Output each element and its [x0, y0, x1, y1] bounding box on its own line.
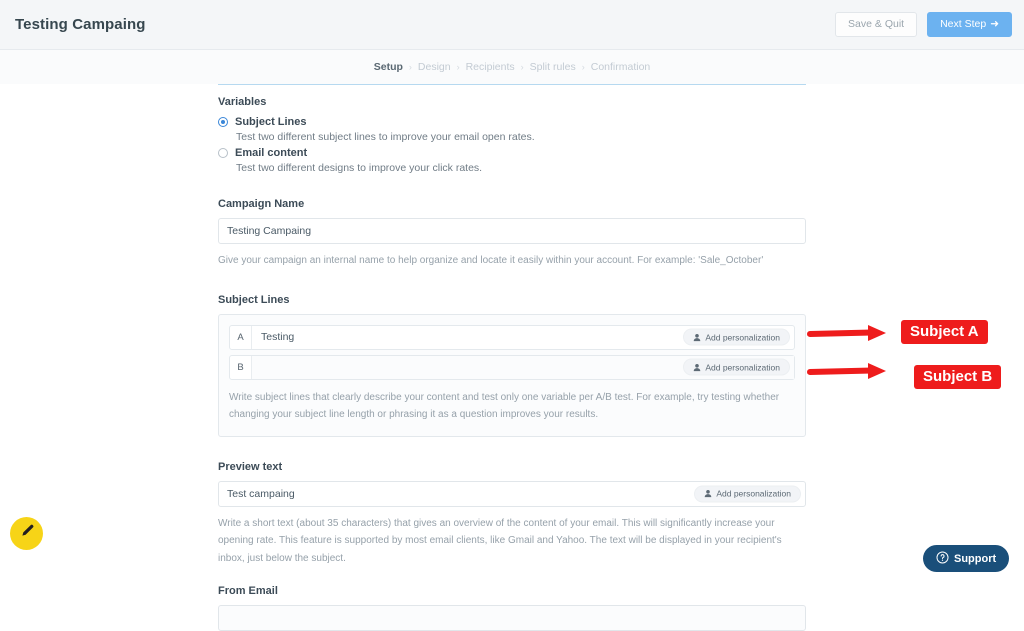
add-personalization-button-preview[interactable]: Add personalization [694, 485, 801, 502]
step-setup[interactable]: Setup [374, 61, 403, 73]
step-confirmation[interactable]: Confirmation [591, 61, 651, 73]
add-personalization-label-preview: Add personalization [716, 489, 791, 499]
next-step-button[interactable]: Next Step ➜ [927, 12, 1012, 37]
add-personalization-label-b: Add personalization [705, 362, 780, 372]
breadcrumb-steps: Setup › Design › Recipients › Split rule… [0, 50, 1024, 84]
top-bar-actions: Save & Quit Next Step ➜ [835, 12, 1012, 37]
person-icon [693, 333, 701, 341]
campaign-name-value: Testing Campaing [227, 225, 311, 237]
support-button[interactable]: Support [923, 545, 1009, 572]
subject-line-row-b[interactable]: B Add personalization [229, 355, 795, 380]
person-icon [693, 363, 701, 371]
person-icon [704, 490, 712, 498]
campaign-name-helper: Give your campaign an internal name to h… [218, 252, 806, 270]
radio-option-subject-lines[interactable]: Subject Lines [218, 116, 806, 128]
support-label: Support [954, 553, 996, 565]
subject-line-value-a: Testing [261, 331, 294, 343]
question-circle-icon [936, 551, 949, 567]
from-email-input[interactable] [218, 605, 806, 631]
preview-text-helper: Write a short text (about 35 characters)… [218, 515, 806, 568]
annotation-badge-subject-a: Subject A [901, 320, 988, 344]
radio-option-email-content[interactable]: Email content [218, 147, 806, 159]
section-divider [218, 84, 806, 85]
step-separator-icon: › [457, 62, 460, 72]
campaign-name-section-label: Campaign Name [218, 198, 806, 210]
pencil-icon [19, 523, 35, 544]
page-title: Testing Campaing [15, 16, 146, 33]
step-separator-icon: › [409, 62, 412, 72]
add-personalization-button-a[interactable]: Add personalization [683, 329, 790, 346]
add-personalization-button-b[interactable]: Add personalization [683, 359, 790, 376]
subject-lines-card: A Testing Add personalization B Add pers… [218, 314, 806, 437]
radio-email-content-description: Test two different designs to improve yo… [236, 162, 806, 174]
arrow-right-icon: ➜ [990, 19, 999, 30]
campaign-name-input[interactable]: Testing Campaing [218, 218, 806, 244]
save-and-quit-button[interactable]: Save & Quit [835, 12, 917, 37]
step-split-rules[interactable]: Split rules [530, 61, 576, 73]
preview-text-input[interactable]: Test campaing Add personalization [218, 481, 806, 507]
radio-subject-lines-label[interactable]: Subject Lines [235, 116, 307, 128]
subject-lines-helper: Write subject lines that clearly describ… [229, 389, 795, 424]
radio-subject-lines-icon[interactable] [218, 117, 228, 127]
subject-line-key-b: B [230, 356, 252, 379]
step-separator-icon: › [582, 62, 585, 72]
preview-text-section-label: Preview text [218, 461, 806, 473]
add-personalization-label-a: Add personalization [705, 332, 780, 342]
annotation-arrow-subject-a [806, 320, 898, 346]
annotation-badge-subject-b: Subject B [914, 365, 1001, 389]
annotation-arrow-subject-b [806, 358, 898, 384]
radio-email-content-icon[interactable] [218, 148, 228, 158]
subject-line-key-a: A [230, 326, 252, 349]
setup-form: Variables Subject Lines Test two differe… [218, 96, 806, 631]
top-bar: Testing Campaing Save & Quit Next Step ➜ [0, 0, 1024, 50]
radio-email-content-label[interactable]: Email content [235, 147, 307, 159]
step-design[interactable]: Design [418, 61, 451, 73]
subject-line-row-a[interactable]: A Testing Add personalization [229, 325, 795, 350]
step-separator-icon: › [521, 62, 524, 72]
variables-section-label: Variables [218, 96, 806, 108]
step-recipients[interactable]: Recipients [466, 61, 515, 73]
preview-text-value: Test campaing [227, 488, 295, 500]
next-step-label: Next Step [940, 19, 986, 30]
subject-lines-section-label: Subject Lines [218, 294, 806, 306]
radio-subject-lines-description: Test two different subject lines to impr… [236, 131, 806, 143]
from-email-section-label: From Email [218, 585, 806, 597]
edit-fab-button[interactable] [10, 517, 43, 550]
